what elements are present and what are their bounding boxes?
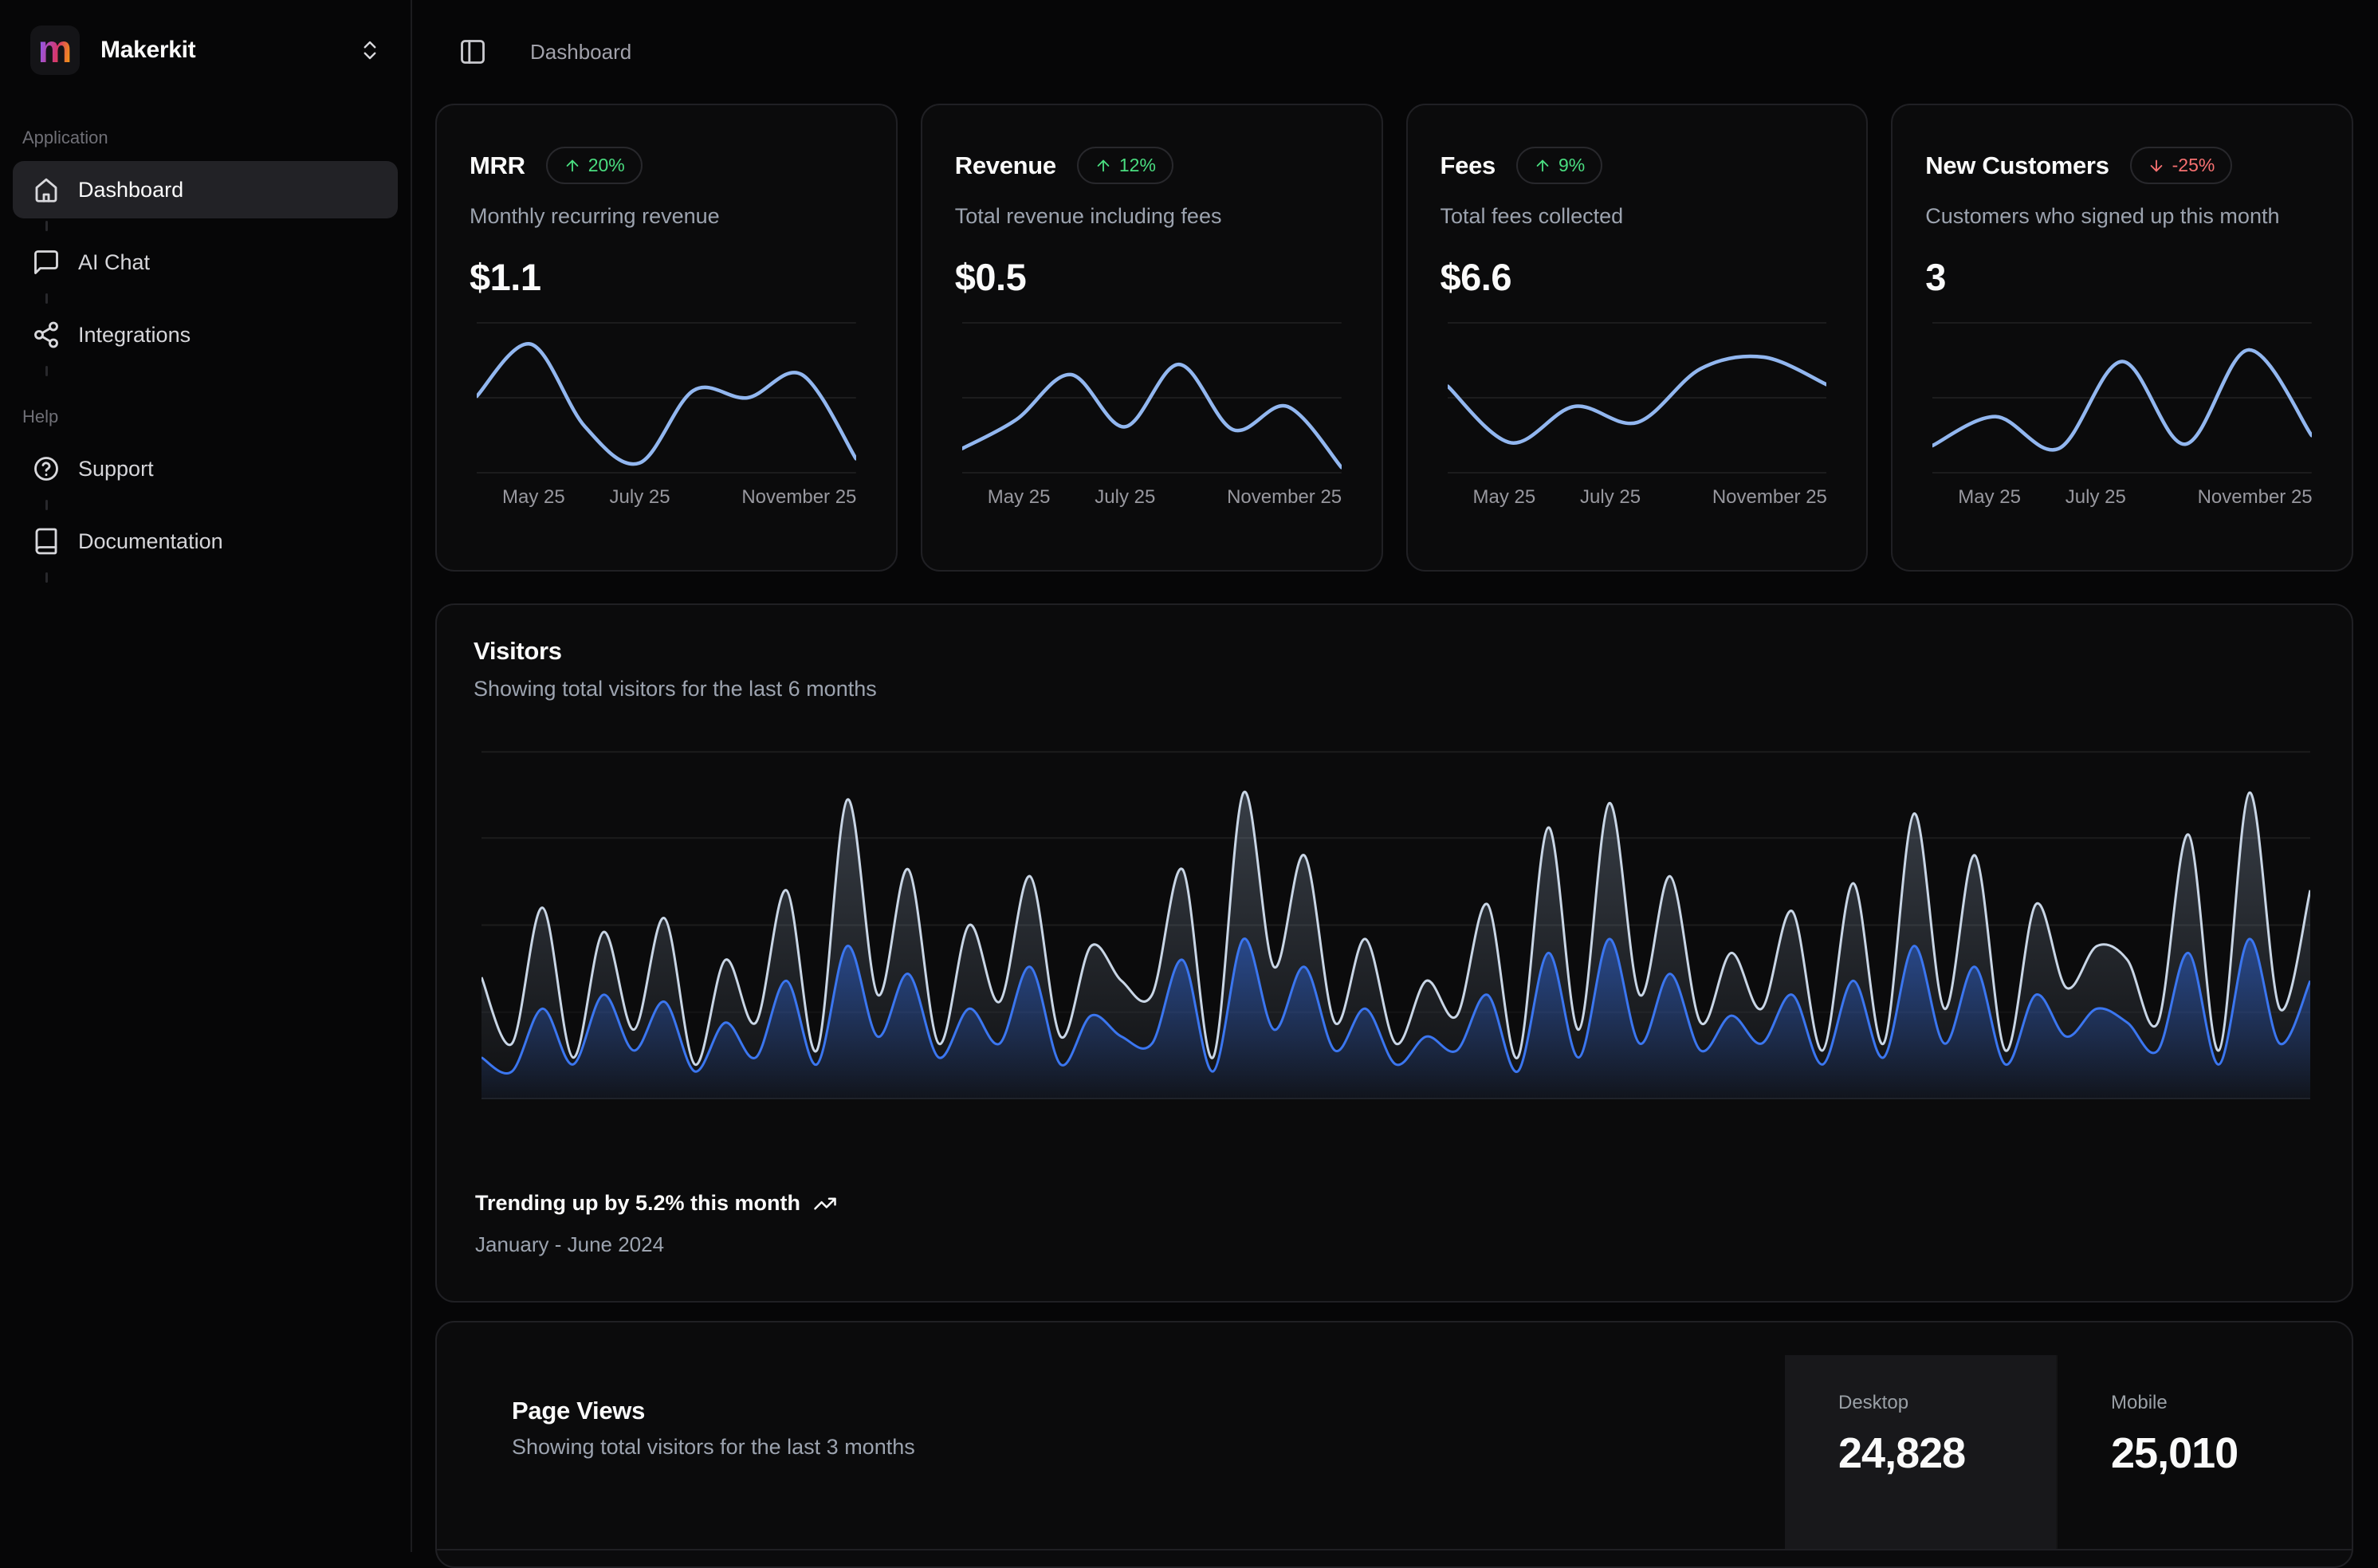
sparkline-chart: [962, 322, 1342, 474]
nav-tick: [45, 500, 48, 510]
visitors-area-chart: [481, 751, 2310, 1099]
nav-tick: [45, 293, 48, 304]
share-icon: [32, 320, 61, 349]
x-tick: November 25: [741, 486, 856, 509]
stat-title: MRR: [470, 151, 525, 180]
arrow-up-icon: [1095, 157, 1112, 175]
topbar: Dashboard: [412, 0, 2378, 104]
dashboard-content: MRR 20% Monthly recurring revenue $1.1 M…: [412, 104, 2378, 1568]
nav-section-label-application: Application: [22, 128, 398, 148]
sidebar-item-label: AI Chat: [78, 250, 150, 275]
makerkit-logo-letter: m: [38, 31, 73, 69]
page-views-desktop-toggle[interactable]: Desktop 24,828: [1785, 1355, 2056, 1549]
x-tick: November 25: [1227, 486, 1342, 509]
spark-x-axis: May 25 July 25 November 25: [1448, 486, 1827, 510]
nav-tick: [45, 572, 48, 583]
sparkline-chart: [477, 322, 856, 474]
sidebar-item-documentation[interactable]: Documentation: [13, 513, 398, 570]
sparkline-chart: [1932, 322, 2312, 474]
x-tick: July 25: [2066, 486, 2126, 509]
trend-badge: 9%: [1516, 147, 1602, 184]
nav-tick: [45, 366, 48, 376]
home-icon: [32, 175, 61, 204]
x-tick: May 25: [1958, 486, 2021, 509]
stat-value: $0.5: [955, 255, 1026, 299]
sidebar-nav: Application Dashboard AI Chat Integratio…: [0, 128, 411, 583]
workspace-switcher[interactable]: m Makerkit: [0, 0, 411, 97]
makerkit-logo: m: [30, 26, 80, 75]
sidebar-item-label: Documentation: [78, 529, 223, 554]
desktop-label: Desktop: [1838, 1392, 1908, 1414]
stat-value: $6.6: [1441, 255, 1511, 299]
x-tick: November 25: [2198, 486, 2313, 509]
x-tick: May 25: [1473, 486, 1536, 509]
sidebar-item-integrations[interactable]: Integrations: [13, 306, 398, 364]
visitors-date-range: January - June 2024: [475, 1232, 664, 1257]
main-content: Dashboard MRR 20% Monthly recurring reve…: [412, 0, 2378, 1552]
trend-badge: 20%: [546, 147, 643, 184]
stat-card-new-customers: New Customers -25% Customers who signed …: [1891, 104, 2353, 572]
sidebar: m Makerkit Application Dashboard AI Chat: [0, 0, 412, 1552]
stat-card-revenue: Revenue 12% Total revenue including fees…: [921, 104, 1383, 572]
chat-icon: [32, 248, 61, 277]
breadcrumb: Dashboard: [530, 40, 631, 65]
sidebar-item-support[interactable]: Support: [13, 440, 398, 497]
stats-row: MRR 20% Monthly recurring revenue $1.1 M…: [435, 104, 2353, 572]
stat-title: New Customers: [1925, 151, 2109, 180]
visitors-subtitle: Showing total visitors for the last 6 mo…: [474, 677, 877, 701]
arrow-up-icon: [1534, 157, 1551, 175]
sidebar-item-ai-chat[interactable]: AI Chat: [13, 234, 398, 291]
trend-badge: 12%: [1077, 147, 1173, 184]
sidebar-item-label: Dashboard: [78, 178, 183, 202]
arrow-down-icon: [2148, 157, 2165, 175]
page-views-title: Page Views: [512, 1397, 645, 1425]
arrow-up-icon: [564, 157, 581, 175]
workspace-name: Makerkit: [100, 37, 195, 64]
x-tick: July 25: [1580, 486, 1641, 509]
stat-value: 3: [1925, 255, 1946, 299]
stat-card-mrr: MRR 20% Monthly recurring revenue $1.1 M…: [435, 104, 898, 572]
stat-description: Total fees collected: [1441, 204, 1624, 229]
stat-description: Monthly recurring revenue: [470, 204, 720, 229]
help-circle-icon: [32, 454, 61, 483]
stat-title: Fees: [1441, 151, 1496, 180]
stat-value: $1.1: [470, 255, 540, 299]
panel-left-icon[interactable]: [458, 37, 487, 66]
mobile-value: 25,010: [2111, 1428, 2238, 1478]
stat-description: Total revenue including fees: [955, 204, 1222, 229]
page-views-subtitle: Showing total visitors for the last 3 mo…: [512, 1435, 915, 1460]
x-tick: July 25: [610, 486, 670, 509]
nav-section-label-help: Help: [22, 407, 398, 427]
x-tick: May 25: [502, 486, 565, 509]
x-tick: July 25: [1095, 486, 1155, 509]
book-icon: [32, 527, 61, 556]
visitors-card: Visitors Showing total visitors for the …: [435, 603, 2353, 1303]
trending-up-icon: [813, 1192, 837, 1216]
nav-tick: [45, 221, 48, 231]
desktop-value: 24,828: [1838, 1428, 1965, 1478]
visitors-trend-text: Trending up by 5.2% this month: [475, 1191, 800, 1216]
trend-badge: -25%: [2130, 147, 2233, 184]
visitors-footer: Trending up by 5.2% this month: [475, 1191, 837, 1216]
sidebar-item-label: Integrations: [78, 323, 191, 348]
spark-x-axis: May 25 July 25 November 25: [477, 486, 856, 510]
page-views-card: Page Views Showing total visitors for th…: [435, 1321, 2353, 1568]
x-tick: November 25: [1712, 486, 1827, 509]
stat-card-fees: Fees 9% Total fees collected $6.6 May 25…: [1406, 104, 1869, 572]
stat-description: Customers who signed up this month: [1925, 204, 2279, 229]
x-tick: May 25: [988, 486, 1051, 509]
spark-x-axis: May 25 July 25 November 25: [1932, 486, 2312, 510]
sidebar-item-dashboard[interactable]: Dashboard: [13, 161, 398, 218]
spark-x-axis: May 25 July 25 November 25: [962, 486, 1342, 510]
visitors-title: Visitors: [474, 637, 562, 666]
stat-title: Revenue: [955, 151, 1056, 180]
page-views-mobile-toggle[interactable]: Mobile 25,010: [2056, 1355, 2353, 1549]
sidebar-item-label: Support: [78, 457, 154, 481]
chevrons-up-down-icon[interactable]: [358, 38, 382, 62]
page-views-header-divider: [437, 1549, 2352, 1550]
mobile-label: Mobile: [2111, 1392, 2168, 1414]
sparkline-chart: [1448, 322, 1827, 474]
